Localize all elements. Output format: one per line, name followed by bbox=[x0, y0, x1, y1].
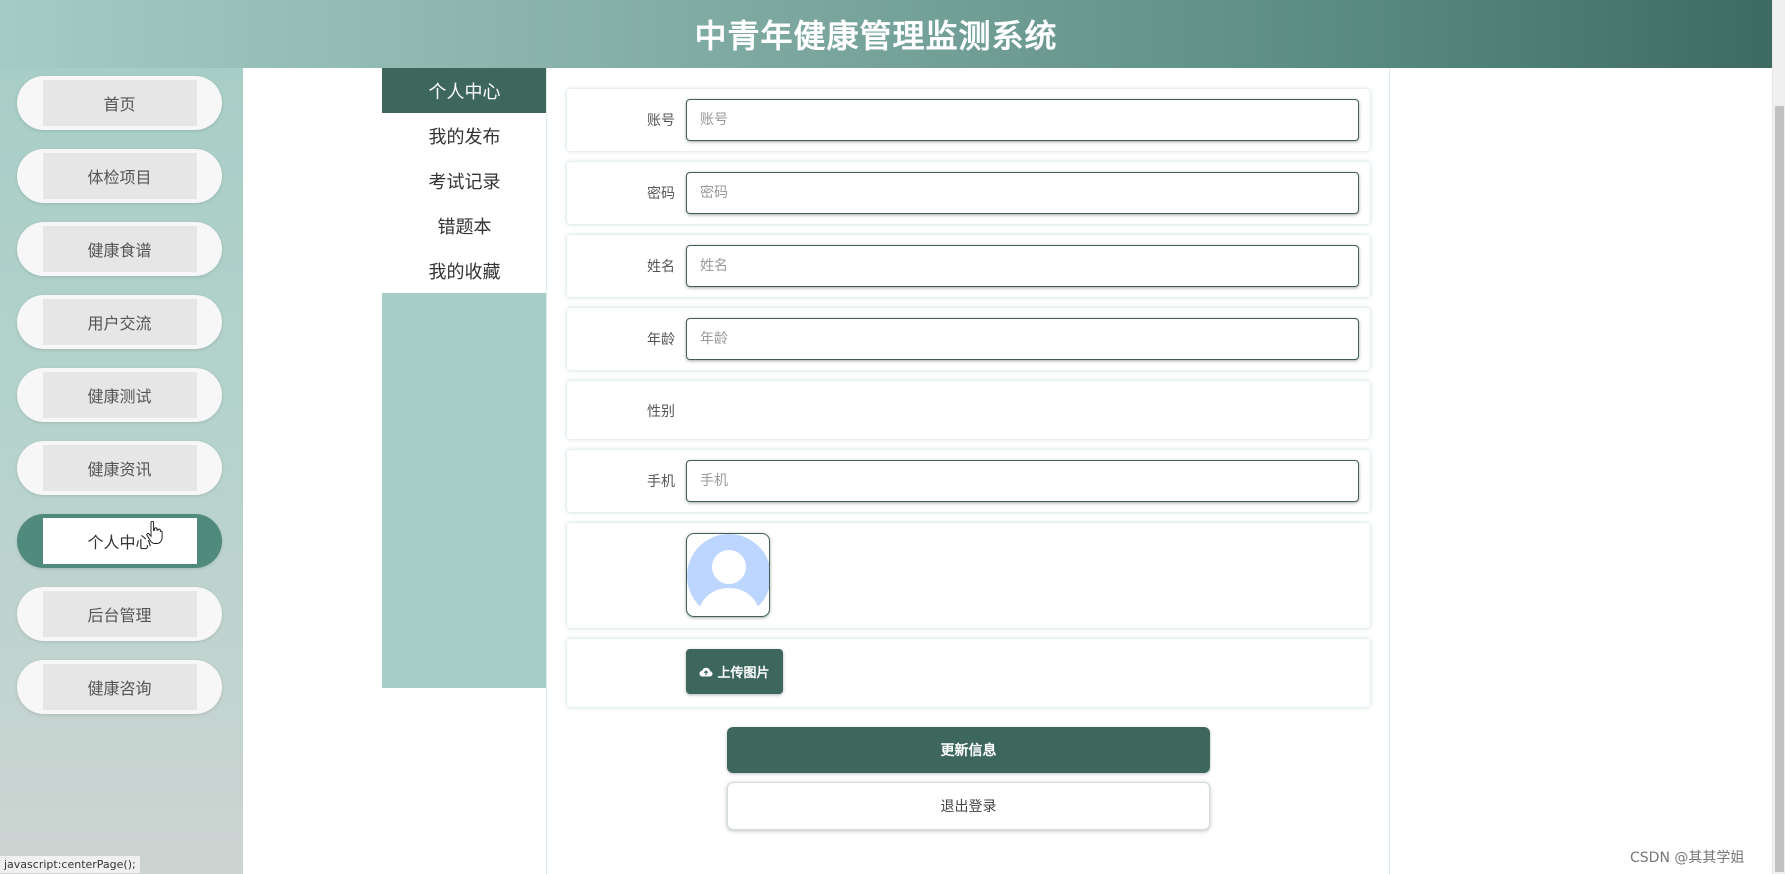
app-header: 中青年健康管理监测系统 bbox=[0, 0, 1772, 68]
sidebar-item-home[interactable]: 首页 bbox=[17, 76, 222, 130]
sidebar-item-label: 健康测试 bbox=[42, 372, 197, 418]
browser-status-bar: javascript:centerPage(); bbox=[0, 855, 141, 874]
update-info-button[interactable]: 更新信息 bbox=[727, 727, 1210, 773]
form-row-age: 年龄 bbox=[567, 308, 1370, 370]
sidebar-item-checkup[interactable]: 体检项目 bbox=[17, 149, 222, 203]
watermark: CSDN @其其学姐 bbox=[1630, 850, 1745, 866]
form-row-avatar bbox=[567, 523, 1370, 628]
form-row-phone: 手机 bbox=[567, 450, 1370, 512]
sidebar-item-recipes[interactable]: 健康食谱 bbox=[17, 222, 222, 276]
sidebar-item-health-news[interactable]: 健康资讯 bbox=[17, 441, 222, 495]
submenu-item-personal-center[interactable]: 个人中心 bbox=[382, 68, 547, 113]
submenu-item-my-posts[interactable]: 我的发布 bbox=[382, 113, 547, 158]
sidebar-item-health-test[interactable]: 健康测试 bbox=[17, 368, 222, 422]
sidebar-item-forum[interactable]: 用户交流 bbox=[17, 295, 222, 349]
sidebar-item-admin[interactable]: 后台管理 bbox=[17, 587, 222, 641]
phone-input[interactable] bbox=[686, 460, 1359, 502]
form-row-upload: 上传图片 bbox=[567, 639, 1370, 707]
sidebar-item-label: 健康资讯 bbox=[42, 445, 197, 491]
age-label: 年龄 bbox=[647, 332, 675, 348]
sidebar-item-label: 健康咨询 bbox=[42, 664, 197, 710]
scrollbar-thumb[interactable] bbox=[1775, 106, 1784, 872]
submenu-item-exam-records[interactable]: 考试记录 bbox=[382, 158, 547, 203]
avatar[interactable] bbox=[686, 533, 770, 617]
cloud-upload-icon bbox=[699, 667, 713, 676]
user-avatar-placeholder-icon bbox=[687, 534, 769, 616]
page-scrollbar[interactable] bbox=[1772, 0, 1785, 874]
form-row-account: 账号 bbox=[567, 89, 1370, 151]
name-label: 姓名 bbox=[647, 259, 675, 275]
sidebar: 首页 体检项目 健康食谱 用户交流 健康测试 健康资讯 个人中心 后台管理 健康… bbox=[0, 68, 243, 874]
age-input[interactable] bbox=[686, 318, 1359, 360]
profile-form: 账号 密码 姓名 年龄 性别 手机 bbox=[546, 68, 1390, 874]
sidebar-item-consultation[interactable]: 健康咨询 bbox=[17, 660, 222, 714]
submenu-item-favorites[interactable]: 我的收藏 bbox=[382, 248, 547, 293]
sidebar-item-personal-center[interactable]: 个人中心 bbox=[17, 514, 222, 568]
upload-image-label: 上传图片 bbox=[717, 666, 770, 681]
hand-cursor-icon bbox=[146, 521, 163, 544]
upload-image-button[interactable]: 上传图片 bbox=[686, 649, 783, 694]
password-input[interactable] bbox=[686, 172, 1359, 214]
sidebar-item-label: 个人中心 bbox=[42, 518, 197, 564]
account-label: 账号 bbox=[647, 113, 675, 129]
password-label: 密码 bbox=[647, 186, 675, 202]
personal-submenu: 个人中心 我的发布 考试记录 错题本 我的收藏 bbox=[382, 68, 547, 688]
phone-label: 手机 bbox=[647, 474, 675, 490]
submenu-item-wrong-questions[interactable]: 错题本 bbox=[382, 203, 547, 248]
form-row-password: 密码 bbox=[567, 162, 1370, 224]
account-input[interactable] bbox=[686, 99, 1359, 141]
sidebar-item-label: 首页 bbox=[42, 80, 197, 126]
app-title: 中青年健康管理监测系统 bbox=[694, 17, 1058, 55]
sidebar-item-label: 用户交流 bbox=[42, 299, 197, 345]
logout-button[interactable]: 退出登录 bbox=[727, 782, 1210, 830]
form-row-gender: 性别 bbox=[567, 381, 1370, 439]
sidebar-item-label: 健康食谱 bbox=[42, 226, 197, 272]
gender-label: 性别 bbox=[647, 404, 675, 420]
sidebar-item-label: 后台管理 bbox=[42, 591, 197, 637]
form-row-name: 姓名 bbox=[567, 235, 1370, 297]
name-input[interactable] bbox=[686, 245, 1359, 287]
sidebar-item-label: 体检项目 bbox=[42, 153, 197, 199]
